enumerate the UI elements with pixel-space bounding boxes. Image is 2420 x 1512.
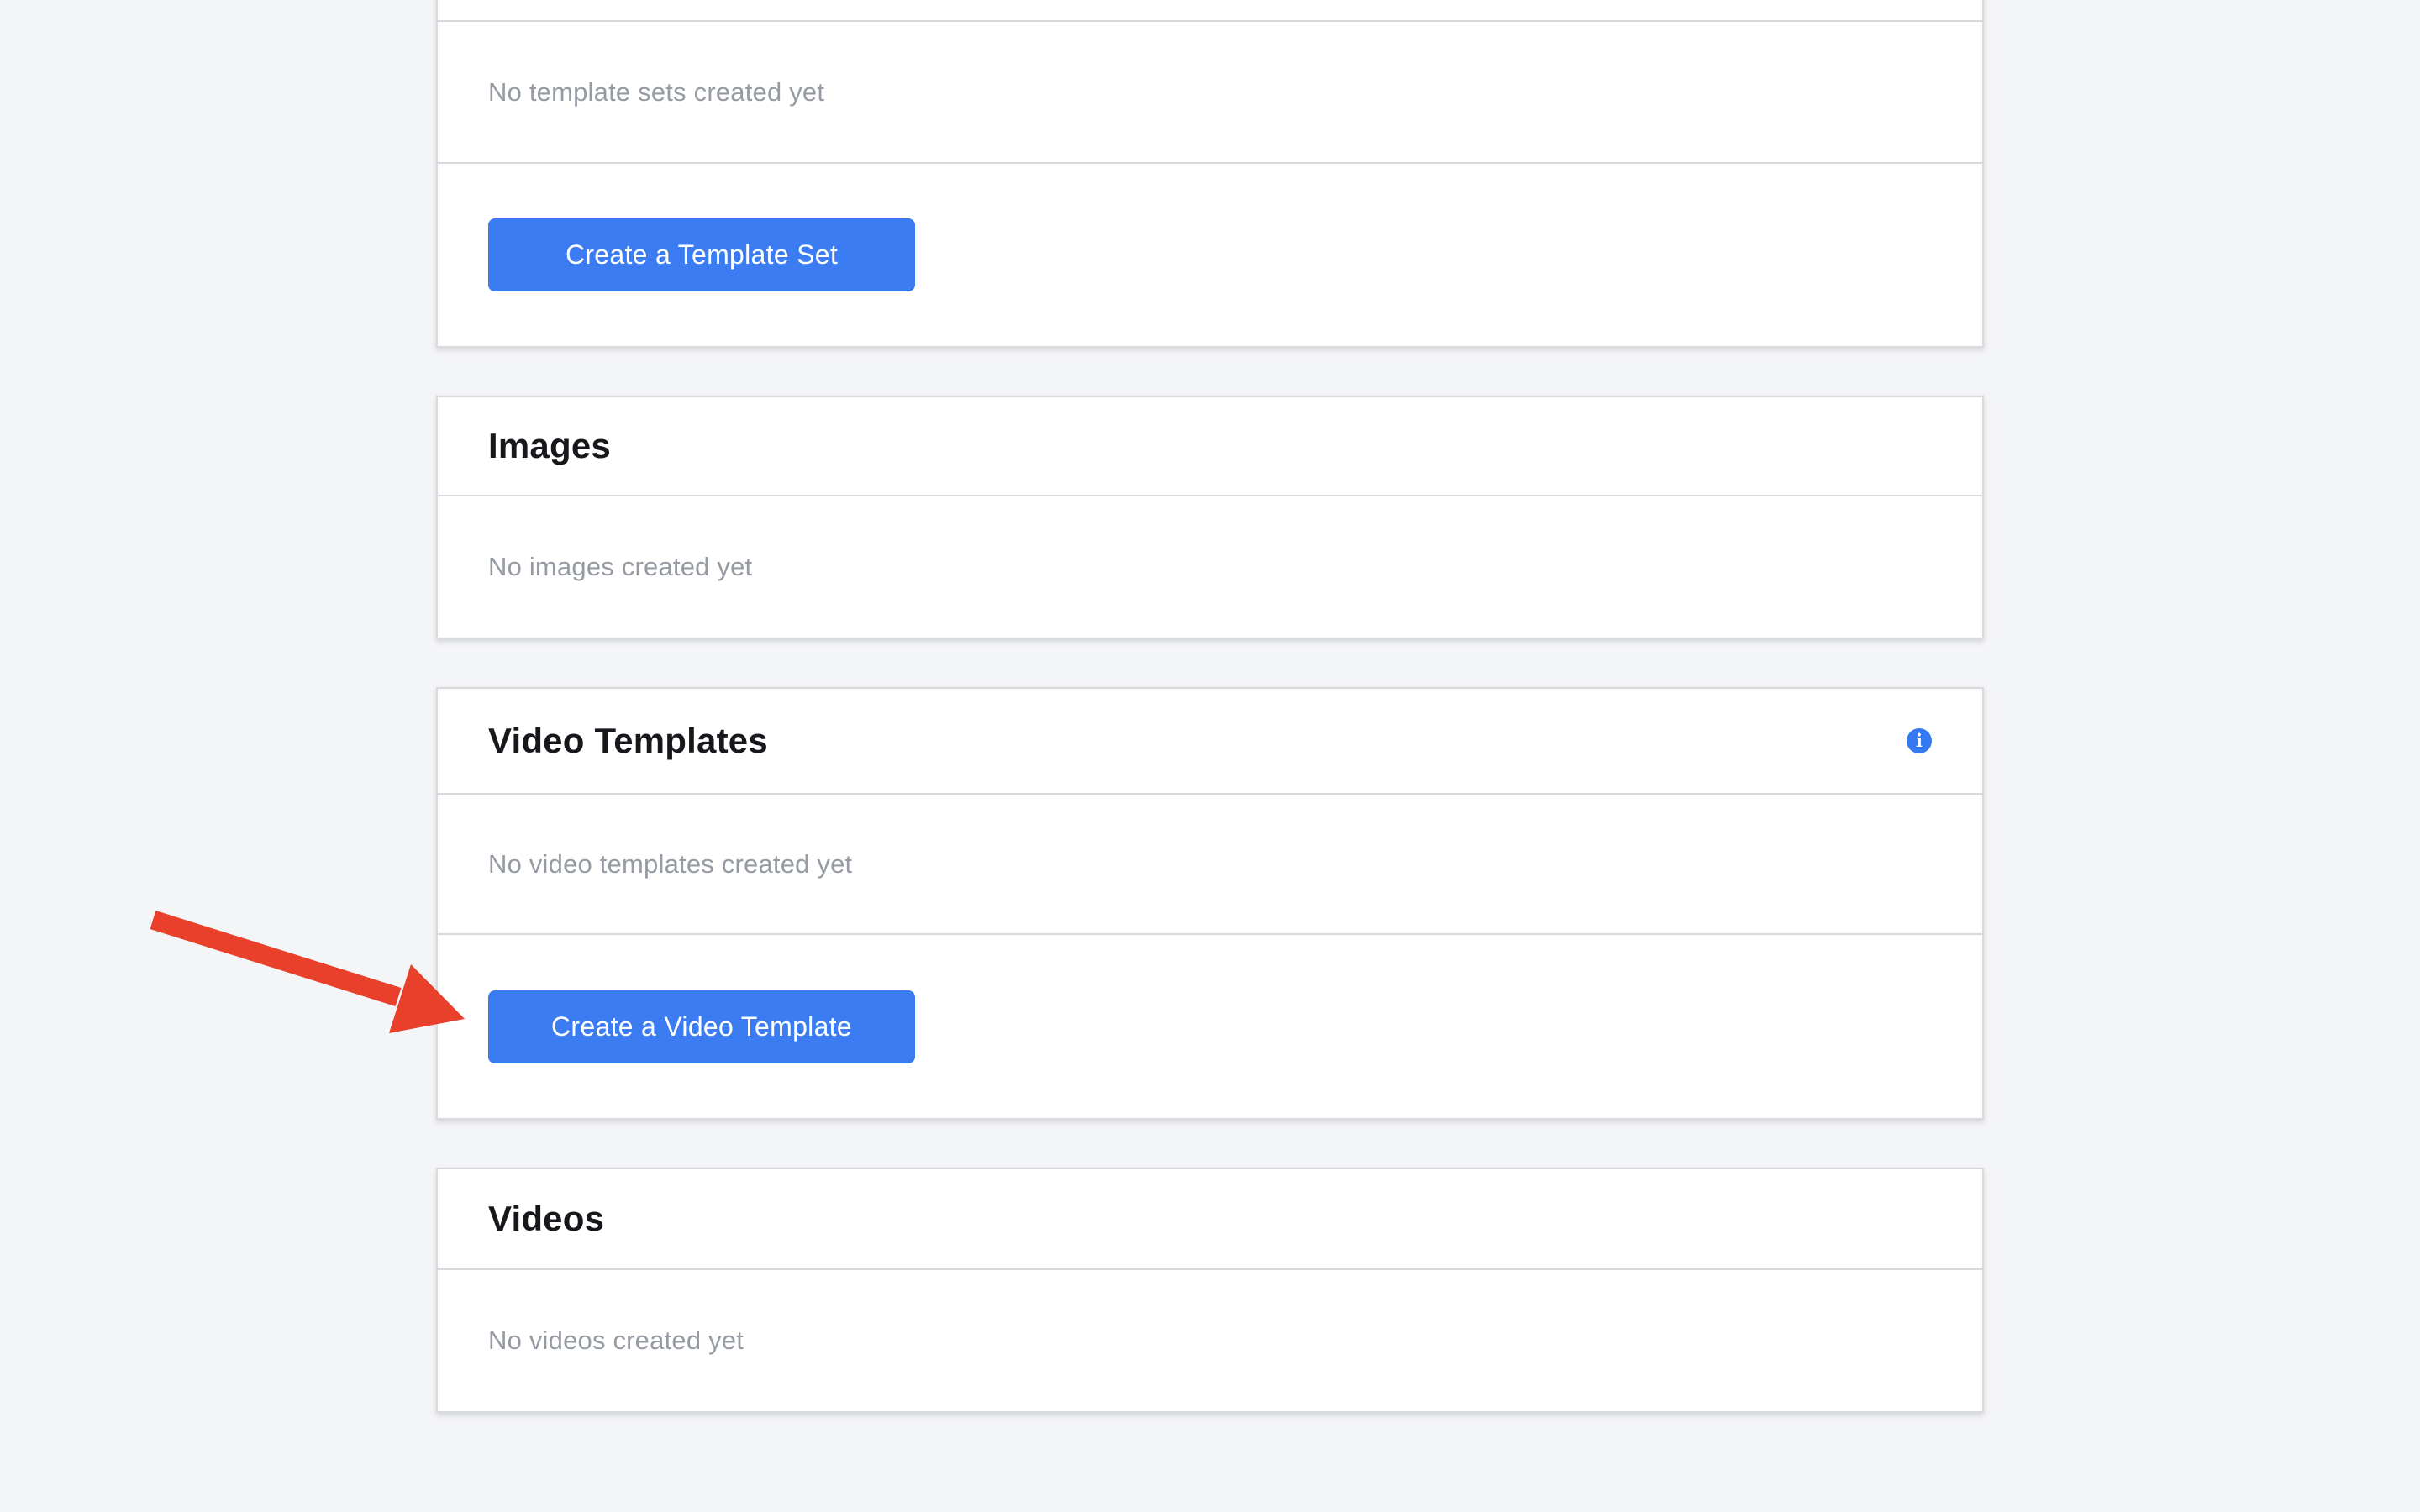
- videos-empty-message: No videos created yet: [488, 1326, 744, 1356]
- videos-card: Videos No videos created yet: [436, 1168, 1984, 1413]
- info-icon[interactable]: i: [1907, 728, 1932, 753]
- video-templates-card: Video Templates i No video templates cre…: [436, 687, 1984, 1120]
- page: No template sets created yet Create a Te…: [0, 0, 2420, 1512]
- template-sets-actions-row: Create a Template Set: [438, 162, 1982, 346]
- images-header: Images: [438, 397, 1982, 495]
- images-empty-row: No images created yet: [438, 495, 1982, 638]
- video-templates-title: Video Templates: [488, 721, 768, 761]
- create-video-template-button[interactable]: Create a Video Template: [488, 990, 915, 1063]
- template-sets-card: No template sets created yet Create a Te…: [436, 0, 1984, 348]
- video-templates-empty-row: No video templates created yet: [438, 793, 1982, 933]
- video-templates-empty-message: No video templates created yet: [488, 849, 852, 879]
- videos-empty-row: No videos created yet: [438, 1268, 1982, 1411]
- images-empty-message: No images created yet: [488, 552, 752, 582]
- videos-header: Videos: [438, 1169, 1982, 1268]
- template-sets-empty-row: No template sets created yet: [438, 20, 1982, 162]
- template-sets-header-cut: [438, 0, 1982, 20]
- template-sets-empty-message: No template sets created yet: [488, 77, 824, 108]
- create-template-set-button[interactable]: Create a Template Set: [488, 218, 915, 291]
- video-templates-actions-row: Create a Video Template: [438, 933, 1982, 1118]
- images-card: Images No images created yet: [436, 396, 1984, 639]
- video-templates-header: Video Templates i: [438, 689, 1982, 793]
- videos-title: Videos: [488, 1199, 604, 1239]
- images-title: Images: [488, 426, 611, 466]
